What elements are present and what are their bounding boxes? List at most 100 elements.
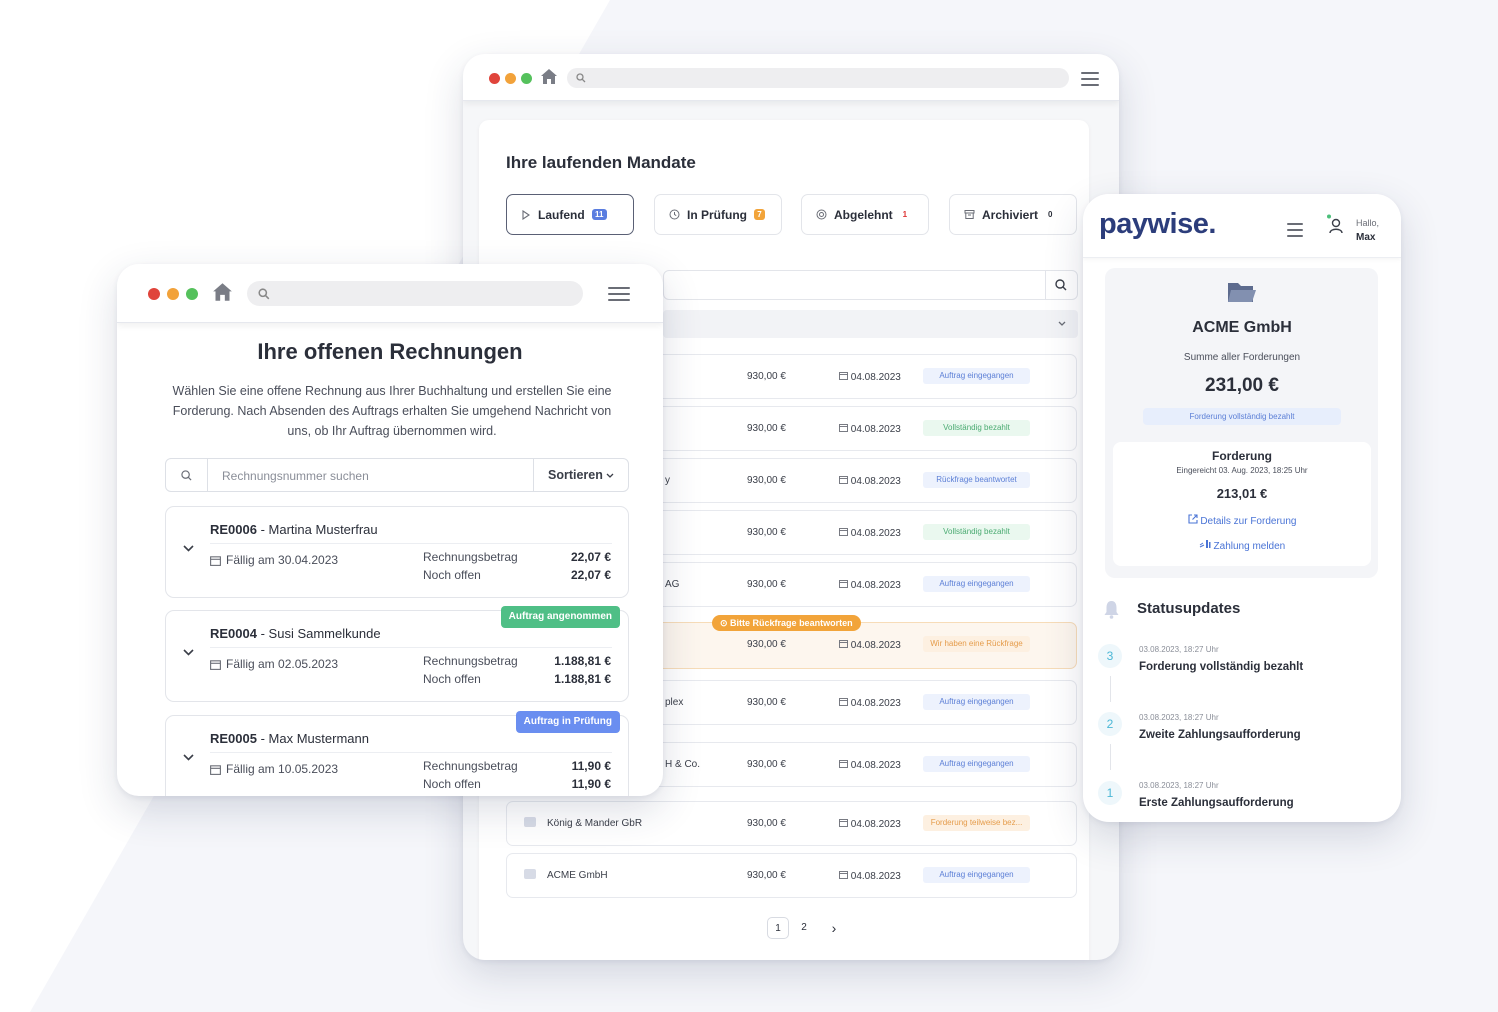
update-date: 03.08.2023, 18:27 Uhr — [1139, 645, 1219, 654]
due-date: Fällig am 02.05.2023 — [226, 657, 339, 671]
page-1-button[interactable]: 1 — [767, 917, 789, 939]
date: 04.08.2023 — [839, 371, 901, 383]
close-dot-icon[interactable] — [148, 288, 160, 300]
external-link-icon — [1187, 514, 1198, 524]
chevron-down-icon[interactable] — [183, 649, 194, 656]
home-icon[interactable] — [212, 282, 233, 302]
next-page-button[interactable]: › — [823, 917, 845, 939]
page-2-button[interactable]: 2 — [793, 917, 815, 939]
tab-label: In Prüfung — [687, 207, 747, 222]
calendar-icon — [839, 760, 848, 768]
status-badge: Auftrag eingegangen — [923, 694, 1030, 710]
open-label: Noch offen — [423, 568, 481, 582]
payment-icon — [1199, 540, 1211, 548]
warning-pill-label: Bitte Rückfrage beantworten — [730, 618, 853, 628]
url-bar[interactable] — [247, 281, 583, 306]
maximize-dot-icon[interactable] — [521, 73, 532, 84]
home-icon[interactable] — [540, 68, 558, 85]
date-value: 04.08.2023 — [850, 640, 901, 651]
close-dot-icon[interactable] — [489, 73, 500, 84]
amount: 930,00 € — [747, 697, 786, 708]
menu-icon[interactable] — [1287, 223, 1303, 241]
claim-title: Forderung — [1212, 449, 1272, 463]
update-title: Forderung vollständig bezahlt — [1139, 661, 1304, 673]
details-link[interactable]: Details zur Forderung — [1083, 514, 1401, 527]
mandate-search-input[interactable] — [663, 270, 1078, 300]
customer-name: Susi Sammelkunde — [268, 626, 381, 641]
invoices-window: Ihre offenen Rechnungen Wählen Sie eine … — [117, 264, 663, 796]
tab-in-pruefung[interactable]: In Prüfung 7 — [654, 194, 782, 235]
tab-label: Abgelehnt — [834, 207, 893, 222]
update-date: 03.08.2023, 18:27 Uhr — [1139, 781, 1219, 790]
date: 04.08.2023 — [839, 697, 901, 709]
user-name: Max — [1356, 232, 1376, 243]
user-icon[interactable] — [1326, 214, 1346, 236]
status-badge: Forderung teilweise bez... — [923, 815, 1030, 831]
clock-icon — [669, 209, 680, 220]
mandate-row[interactable]: ACME GmbH 930,00 € 04.08.2023 Auftrag eing… — [506, 853, 1077, 898]
updates-title: Statusupdates — [1137, 600, 1241, 617]
tab-abgelehnt[interactable]: Abgelehnt 1 — [801, 194, 929, 235]
status-badge: Vollständig bezahlt — [923, 420, 1030, 436]
date-value: 04.08.2023 — [850, 871, 901, 882]
amount-label: Rechnungsbetrag — [423, 550, 518, 564]
date: 04.08.2023 — [839, 870, 901, 882]
step-marker: 3 — [1098, 644, 1122, 668]
search-icon — [181, 470, 192, 481]
search-input[interactable]: Rechnungsnummer suchen — [222, 469, 369, 483]
url-bar[interactable] — [567, 68, 1069, 88]
menu-icon[interactable] — [608, 287, 630, 305]
mandate-row[interactable]: König & Mander GbR 930,00 € 04.08.2023 For… — [506, 801, 1077, 846]
date-value: 04.08.2023 — [850, 528, 901, 539]
tab-archiviert[interactable]: Archiviert 0 — [949, 194, 1077, 235]
debtor-name: ACME GmbH — [547, 870, 608, 881]
date-value: 04.08.2023 — [850, 819, 901, 830]
calendar-icon — [839, 424, 848, 432]
date-value: 04.08.2023 — [850, 760, 901, 771]
minimize-dot-icon[interactable] — [505, 73, 516, 84]
claim-detail-phone: paywise. Hallo, Max ACME GmbH Summe aller… — [1083, 194, 1401, 822]
divider — [210, 543, 612, 544]
minimize-dot-icon[interactable] — [167, 288, 179, 300]
divider — [533, 459, 534, 492]
amount-label: Rechnungsbetrag — [423, 759, 518, 773]
calendar-icon — [839, 580, 848, 588]
date-value: 04.08.2023 — [850, 372, 901, 383]
stage: Ihre laufenden Mandate Laufend 11 In Prü… — [0, 0, 1498, 1012]
menu-icon[interactable] — [1081, 72, 1099, 90]
calendar-icon — [210, 765, 221, 775]
date: 04.08.2023 — [839, 475, 901, 487]
debtor-name: y — [665, 475, 670, 486]
amount: 930,00 € — [747, 527, 786, 538]
invoice-number: RE0005 — [210, 731, 257, 746]
bell-icon — [1104, 601, 1119, 619]
amount: 930,00 € — [747, 639, 786, 650]
tab-label: Laufend — [538, 207, 585, 222]
amount: 930,00 € — [747, 759, 786, 770]
search-icon[interactable] — [1055, 279, 1067, 291]
chevron-down-icon[interactable] — [183, 545, 194, 552]
amount: 930,00 € — [747, 870, 786, 881]
maximize-dot-icon[interactable] — [186, 288, 198, 300]
invoice-title: RE0005 - Max Mustermann — [210, 731, 369, 746]
paywise-logo[interactable]: paywise. — [1099, 208, 1216, 241]
claim-value: 213,01 € — [1216, 486, 1268, 501]
sort-dropdown[interactable] — [663, 310, 1078, 338]
status-badge: Wir haben eine Rückfrage — [923, 636, 1030, 652]
payment-report-link[interactable]: Zahlung melden — [1083, 539, 1401, 552]
chevron-down-icon — [1058, 321, 1066, 326]
sort-button[interactable]: Sortieren — [548, 468, 614, 482]
tab-laufend[interactable]: Laufend 11 — [506, 194, 634, 235]
browser-bar — [463, 54, 1119, 101]
chevron-down-icon[interactable] — [183, 754, 194, 761]
status-badge: Auftrag eingegangen — [923, 368, 1030, 384]
amount: 930,00 € — [747, 475, 786, 486]
invoice-title: RE0006 - Martina Musterfrau — [210, 522, 378, 537]
divider — [1045, 271, 1046, 299]
invoice-card[interactable]: RE0006 - Martina Musterfrau Fällig am 30.… — [165, 506, 629, 598]
debtor-name: H & Co. — [665, 759, 701, 770]
page-title: Ihre laufenden Mandate — [506, 153, 696, 172]
date: 04.08.2023 — [839, 639, 901, 651]
status-badge: Auftrag eingegangen — [923, 867, 1030, 883]
amount: 930,00 € — [747, 579, 786, 590]
